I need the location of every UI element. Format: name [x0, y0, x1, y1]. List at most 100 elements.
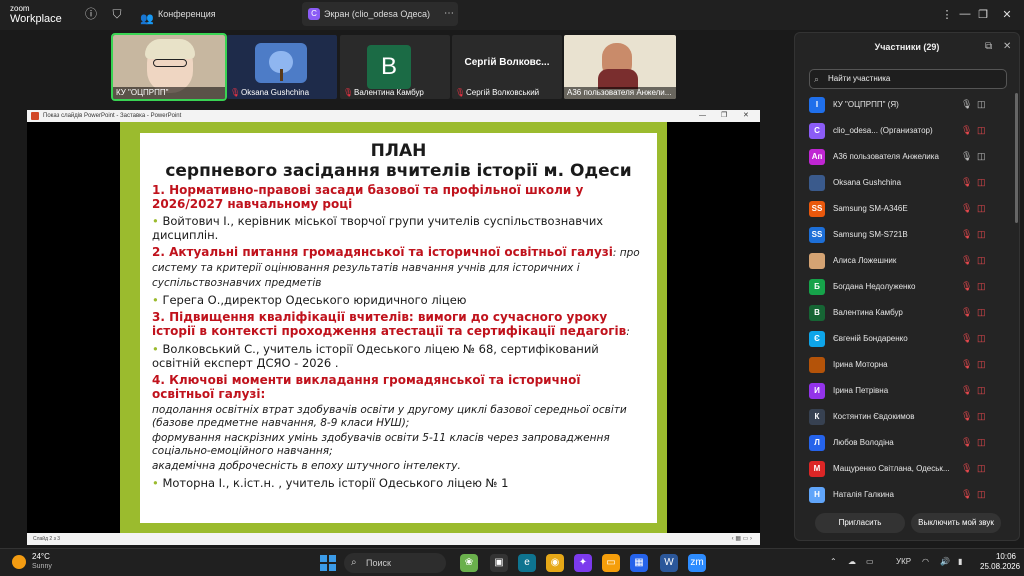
- mic-muted-icon[interactable]: 🎙: [961, 463, 972, 474]
- camera-off-icon[interactable]: ◫: [977, 359, 986, 370]
- tab-screen-label: Экран (clio_odesa Одеса): [324, 9, 430, 19]
- pp-close-icon[interactable]: ✕: [743, 110, 749, 122]
- participant-row[interactable]: Б Богдана Недолуженко 🎙 ◫: [795, 275, 1021, 301]
- section-4-point-2: формування наскрізних умінь здобувачів о…: [152, 432, 610, 457]
- cloud-icon[interactable]: ☁: [848, 557, 856, 566]
- view-controls[interactable]: ‹ ▦ ▭ ›: [732, 533, 752, 545]
- search-icon: ⌕: [814, 74, 820, 84]
- participant-hair: [145, 39, 195, 59]
- volume-icon[interactable]: 🔊: [940, 557, 950, 566]
- info-icon[interactable]: ⓘ: [84, 7, 98, 21]
- invite-button[interactable]: Пригласить: [815, 513, 905, 533]
- mic-muted-icon[interactable]: 🎙: [961, 229, 972, 240]
- video-tile-a36[interactable]: А36 пользователя Анжели...: [564, 35, 676, 99]
- zoom-taskbar-icon[interactable]: zm: [688, 554, 706, 572]
- copilot-icon[interactable]: ✦: [574, 554, 592, 572]
- taskbar-search[interactable]: ⌕ Поиск: [344, 553, 446, 573]
- participant-row[interactable]: Oksana Gushchina 🎙 ◫: [795, 171, 1021, 197]
- participant-row[interactable]: Л Любов Володіна 🎙 ◫: [795, 431, 1021, 457]
- video-tile-oksana[interactable]: 🎙 Oksana Gushchina: [227, 35, 337, 99]
- mic-muted-icon[interactable]: 🎙: [961, 411, 972, 422]
- more-options-icon[interactable]: ⋯: [444, 2, 454, 26]
- camera-tray-icon[interactable]: ▭: [866, 557, 874, 566]
- participant-row[interactable]: Є Євгеній Бондаренко 🎙 ◫: [795, 327, 1021, 353]
- participant-row[interactable]: Cclio_odesa... (Организатор) 🎙 ◫: [795, 119, 1021, 145]
- camera-off-icon[interactable]: ◫: [977, 203, 986, 214]
- mic-muted-icon[interactable]: 🎙: [961, 437, 972, 448]
- participant-row[interactable]: Ірина Моторна 🎙 ◫: [795, 353, 1021, 379]
- avatar: Л: [809, 435, 825, 451]
- tab-conference[interactable]: 👥 Конференция: [136, 2, 286, 26]
- shield-icon[interactable]: ⛉: [110, 7, 124, 21]
- mic-muted-icon[interactable]: 🎙: [961, 307, 972, 318]
- camera-off-icon[interactable]: ◫: [977, 177, 986, 188]
- mic-muted-icon[interactable]: 🎙: [961, 359, 972, 370]
- participant-row[interactable]: І КУ "ОЦПРПП" (Я) 🎙 ◫: [795, 93, 1021, 119]
- mic-muted-icon[interactable]: 🎙: [961, 489, 972, 500]
- camera-off-icon[interactable]: ◫: [977, 385, 986, 396]
- participant-row[interactable]: И Ірина Петрівна 🎙 ◫: [795, 379, 1021, 405]
- close-icon[interactable]: ✕: [1000, 8, 1014, 21]
- thumb-title: Сергій Волковс...: [464, 57, 550, 68]
- participant-row[interactable]: Н Наталія Галкина 🎙 ◫: [795, 483, 1021, 509]
- windows-start-icon[interactable]: [320, 555, 336, 571]
- mic-icon[interactable]: 🎙: [961, 151, 972, 162]
- pp-minimize-icon[interactable]: —: [699, 110, 706, 122]
- task-view-icon[interactable]: ▣: [490, 554, 508, 572]
- camera-off-icon[interactable]: ◫: [977, 281, 986, 292]
- participant-row[interactable]: SS Samsung SM-S721B 🎙 ◫: [795, 223, 1021, 249]
- tab-screen-share[interactable]: C Экран (clio_odesa Одеса) ⋯: [302, 2, 458, 26]
- mute-me-button[interactable]: Выключить мой звук: [911, 513, 1001, 533]
- camera-off-icon[interactable]: ◫: [977, 411, 986, 422]
- mic-muted-icon[interactable]: 🎙: [961, 125, 972, 136]
- battery-icon[interactable]: ▮: [958, 557, 962, 566]
- sun-icon[interactable]: [12, 555, 26, 569]
- restore-icon[interactable]: ❐: [976, 8, 990, 21]
- panel-close-icon[interactable]: ✕: [1003, 41, 1011, 52]
- file-explorer-icon[interactable]: ▭: [602, 554, 620, 572]
- mic-muted-icon[interactable]: 🎙: [961, 255, 972, 266]
- more-menu-icon[interactable]: ⋮: [940, 8, 954, 21]
- wifi-icon[interactable]: ◠: [922, 557, 929, 566]
- pp-restore-icon[interactable]: ❐: [721, 110, 727, 122]
- camera-off-icon[interactable]: ◫: [977, 437, 986, 448]
- language-indicator[interactable]: УКР: [896, 557, 911, 566]
- camera-icon[interactable]: ◫: [977, 151, 986, 162]
- participant-row[interactable]: М Мащуренко Світлана, Одеськ... 🎙 ◫: [795, 457, 1021, 483]
- participant-row[interactable]: К Костянтин Євдокимов 🎙 ◫: [795, 405, 1021, 431]
- clock[interactable]: 10:06 25.08.2026: [980, 552, 1020, 572]
- participant-row[interactable]: В Валентина Камбур 🎙 ◫: [795, 301, 1021, 327]
- camera-icon[interactable]: ◫: [977, 99, 986, 110]
- mic-muted-icon[interactable]: 🎙: [961, 385, 972, 396]
- mic-muted-icon[interactable]: 🎙: [961, 177, 972, 188]
- camera-off-icon[interactable]: ◫: [977, 307, 986, 318]
- section-3-heading-text: 3. Підвищення кваліфікації вчителів: вим…: [152, 310, 627, 338]
- video-tile-serhii[interactable]: Сергій Волковс... 🎙 Сергій Волковський: [452, 35, 562, 99]
- store-icon[interactable]: ▦: [630, 554, 648, 572]
- mic-icon[interactable]: 🎙: [961, 99, 972, 110]
- camera-off-icon[interactable]: ◫: [977, 489, 986, 500]
- mic-muted-icon[interactable]: 🎙: [961, 281, 972, 292]
- camera-off-icon[interactable]: ◫: [977, 229, 986, 240]
- edge-icon[interactable]: e: [518, 554, 536, 572]
- video-tile-host[interactable]: КУ "ОЦПРПП": [111, 33, 227, 101]
- video-tile-valentina[interactable]: В 🎙 Валентина Камбур: [340, 35, 450, 99]
- minimize-icon[interactable]: —: [958, 8, 972, 20]
- participant-row[interactable]: Алиса Ложешник 🎙 ◫: [795, 249, 1021, 275]
- tray-chevron-icon[interactable]: ⌃: [830, 557, 837, 566]
- popout-icon[interactable]: ⧉: [985, 41, 992, 52]
- camera-off-icon[interactable]: ◫: [977, 333, 986, 344]
- word-icon[interactable]: W: [660, 554, 678, 572]
- tab-conference-label: Конференция: [158, 9, 216, 19]
- camera-off-icon[interactable]: ◫: [977, 255, 986, 266]
- camera-off-icon[interactable]: ◫: [977, 463, 986, 474]
- mic-muted-icon[interactable]: 🎙: [961, 203, 972, 214]
- participant-search-input[interactable]: ⌕ Найти участника: [809, 69, 1007, 89]
- participant-row[interactable]: SS Samsung SM-A346E 🎙 ◫: [795, 197, 1021, 223]
- participant-row[interactable]: Ап А36 пользователя Анжелика 🎙 ◫: [795, 145, 1021, 171]
- widgets-icon[interactable]: ❀: [460, 554, 478, 572]
- camera-off-icon[interactable]: ◫: [977, 125, 986, 136]
- chrome-icon[interactable]: ◉: [546, 554, 564, 572]
- mic-muted-icon[interactable]: 🎙: [961, 333, 972, 344]
- participant-scrollbar[interactable]: [1015, 93, 1018, 223]
